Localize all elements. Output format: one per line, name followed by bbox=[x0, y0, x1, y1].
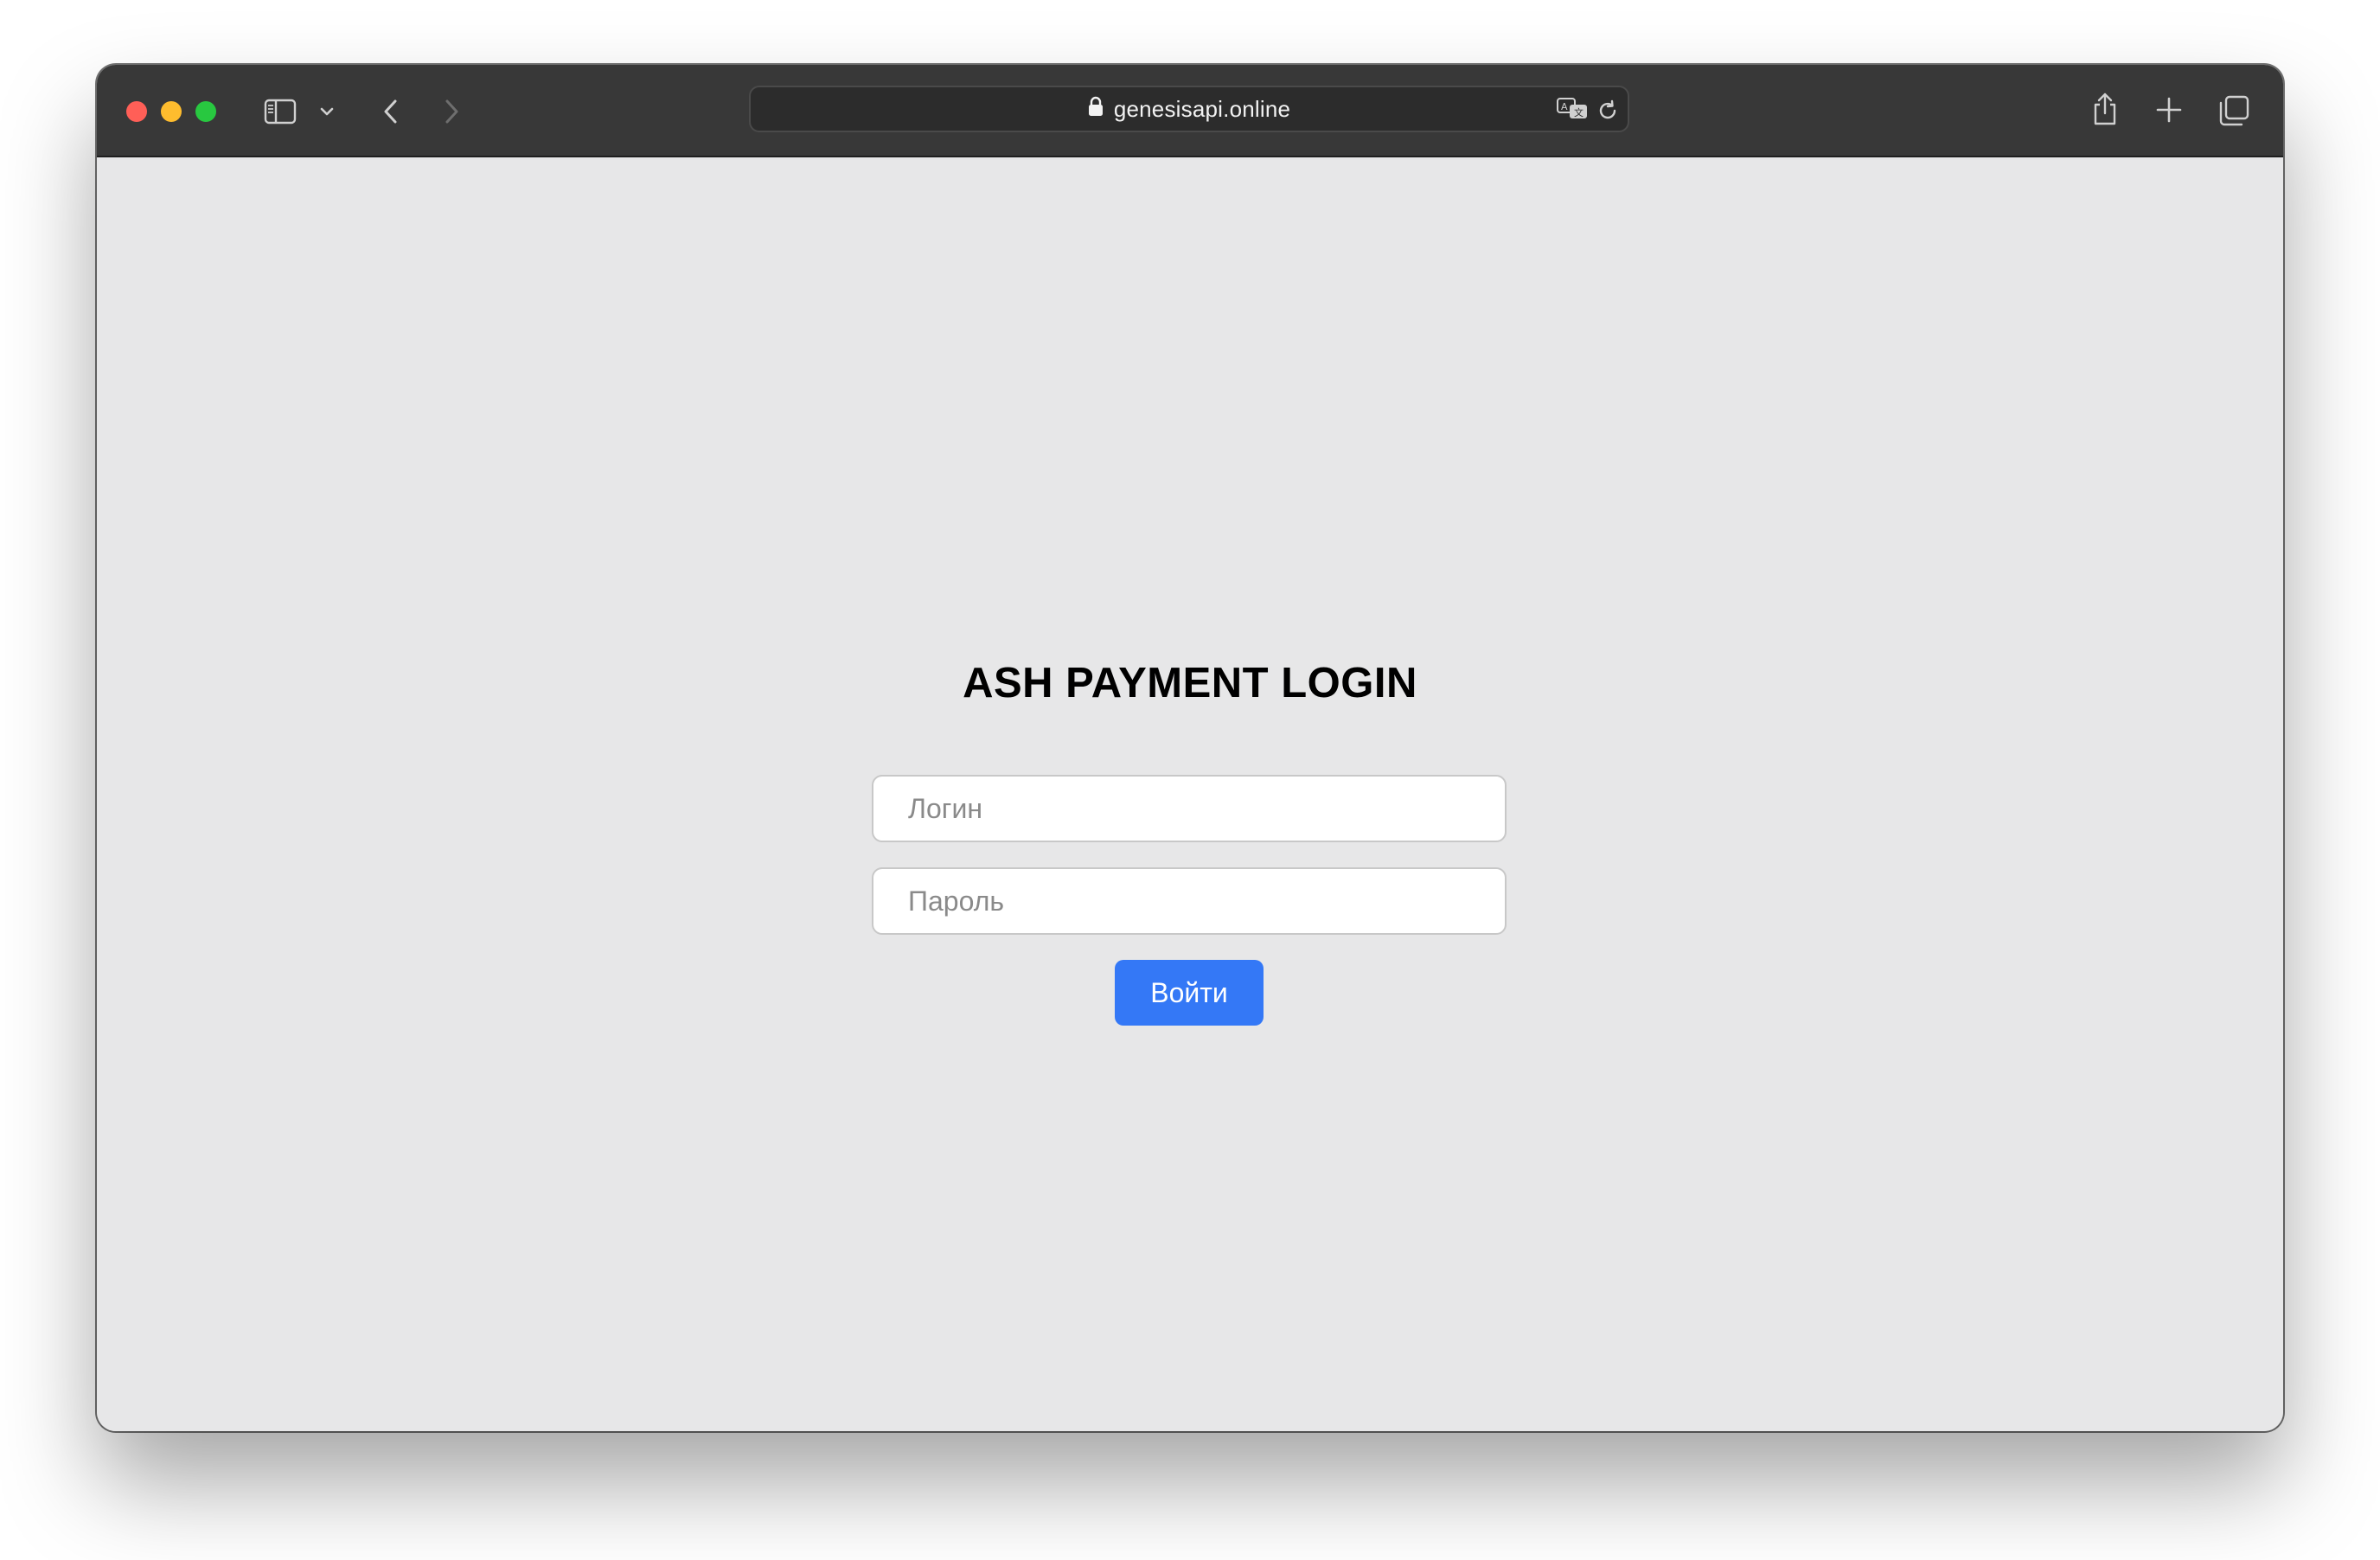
close-window-button[interactable] bbox=[126, 101, 147, 122]
page-content: ASH PAYMENT LOGIN Войти bbox=[97, 157, 2283, 1431]
tab-overview-icon[interactable] bbox=[2216, 93, 2252, 129]
password-input[interactable] bbox=[872, 867, 1507, 935]
page-title: ASH PAYMENT LOGIN bbox=[963, 660, 1417, 706]
chevron-down-icon[interactable] bbox=[317, 99, 337, 124]
svg-text:A: A bbox=[1561, 101, 1568, 112]
sidebar-icon[interactable] bbox=[263, 94, 298, 129]
share-icon[interactable] bbox=[2088, 87, 2122, 131]
translate-icon[interactable]: A 文 bbox=[1555, 96, 1591, 122]
plus-icon[interactable] bbox=[2152, 93, 2186, 127]
login-input[interactable] bbox=[872, 775, 1507, 842]
chevron-right-icon[interactable] bbox=[436, 94, 467, 129]
maximize-window-button[interactable] bbox=[195, 101, 216, 122]
svg-text:文: 文 bbox=[1574, 106, 1583, 118]
login-button[interactable]: Войти bbox=[1115, 960, 1264, 1026]
browser-window: genesisapi.online A 文 ASH PAYMENT LOGIN … bbox=[97, 65, 2283, 1431]
minimize-window-button[interactable] bbox=[161, 101, 182, 122]
url-text: genesisapi.online bbox=[1113, 95, 1291, 122]
chevron-left-icon[interactable] bbox=[375, 94, 406, 129]
reload-icon[interactable] bbox=[1595, 98, 1621, 124]
lock-icon bbox=[1088, 96, 1104, 123]
browser-toolbar: genesisapi.online A 文 bbox=[97, 65, 2283, 157]
address-bar[interactable]: genesisapi.online A 文 bbox=[749, 86, 1629, 132]
